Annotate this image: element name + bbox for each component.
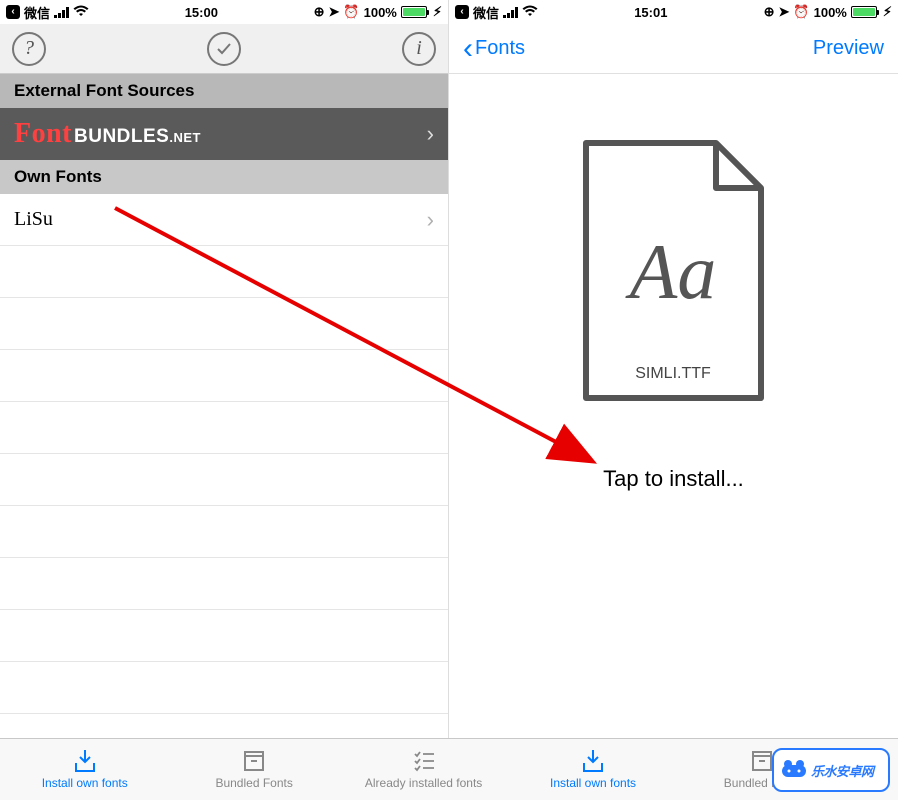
location-icon: ➤ — [779, 4, 790, 20]
navbar: ‹ Fonts Preview — [449, 24, 898, 74]
font-row-lisu[interactable]: LiSu › — [0, 194, 448, 246]
empty-row — [0, 454, 448, 506]
help-button[interactable]: ? — [12, 32, 46, 66]
empty-row — [0, 558, 448, 610]
gamepad-icon — [780, 756, 808, 784]
wifi-icon — [73, 5, 89, 20]
wechat-icon: ‹ — [455, 5, 469, 19]
empty-row — [0, 402, 448, 454]
section-own: Own Fonts — [0, 160, 448, 194]
fontbundles-logo: Font BUNDLES .NET — [14, 118, 201, 150]
status-right: ⊕ ➤ ⏰ 100% ⚡︎ — [764, 4, 892, 20]
wechat-icon: ‹ — [6, 5, 20, 19]
info-button[interactable]: i — [402, 32, 436, 66]
battery-percent: 100% — [364, 5, 397, 20]
tab-install-own[interactable]: Install own fonts — [0, 739, 169, 800]
preview-button[interactable]: Preview — [813, 37, 884, 60]
status-time: 15:01 — [634, 5, 667, 20]
empty-row — [0, 610, 448, 662]
status-left: ‹ 微信 — [6, 3, 89, 22]
chevron-right-icon: › — [427, 207, 434, 233]
box-icon — [240, 749, 268, 773]
section-external: External Font Sources — [0, 74, 448, 108]
tab-bar: Install own fonts Bundled Fonts Already … — [0, 738, 898, 800]
screen-right: ‹ 微信 15:01 ⊕ ➤ ⏰ 100% ⚡︎ ‹ Fonts — [449, 0, 898, 800]
lock-icon: ⊕ — [764, 4, 775, 20]
file-name-text: SIMLI.TTF — [635, 365, 711, 382]
empty-row — [0, 662, 448, 714]
list-check-icon — [410, 749, 438, 773]
tab-already-installed[interactable]: Already installed fonts — [339, 739, 508, 800]
charging-icon: ⚡︎ — [433, 4, 442, 20]
alarm-icon: ⏰ — [343, 4, 359, 20]
wifi-icon — [522, 5, 538, 20]
chevron-right-icon: › — [427, 121, 434, 147]
battery-icon — [401, 6, 429, 18]
battery-icon — [851, 6, 879, 18]
tab-bundled[interactable]: Bundled Fonts — [169, 739, 338, 800]
signal-icon — [503, 7, 518, 18]
empty-row — [0, 350, 448, 402]
status-bar: ‹ 微信 15:01 ⊕ ➤ ⏰ 100% ⚡︎ — [449, 0, 898, 24]
lock-icon: ⊕ — [314, 4, 325, 20]
tap-to-install[interactable]: Tap to install... — [603, 466, 744, 492]
file-icon: Aa SIMLI.TTF — [576, 138, 771, 406]
watermark-text: 乐水安卓网 — [811, 761, 874, 780]
file-preview-area[interactable]: Aa SIMLI.TTF Tap to install... — [449, 74, 898, 800]
site-watermark: 乐水安卓网 — [772, 748, 890, 792]
alarm-icon: ⏰ — [793, 4, 809, 20]
location-icon: ➤ — [329, 4, 340, 20]
battery-percent: 100% — [814, 5, 847, 20]
fontbundles-row[interactable]: Font BUNDLES .NET › — [0, 108, 448, 160]
check-button[interactable] — [207, 32, 241, 66]
back-label: Fonts — [475, 37, 525, 60]
carrier-label: 微信 — [24, 3, 50, 22]
empty-row — [0, 298, 448, 350]
carrier-label: 微信 — [473, 3, 499, 22]
status-left: ‹ 微信 — [455, 3, 538, 22]
empty-row — [0, 246, 448, 298]
empty-row — [0, 506, 448, 558]
charging-icon: ⚡︎ — [883, 4, 892, 20]
status-right: ⊕ ➤ ⏰ 100% ⚡︎ — [314, 4, 442, 20]
chevron-left-icon: ‹ — [463, 34, 473, 64]
back-button[interactable]: ‹ Fonts — [463, 34, 525, 64]
download-icon — [71, 749, 99, 773]
status-time: 15:00 — [185, 5, 218, 20]
svg-text:Aa: Aa — [625, 228, 717, 315]
signal-icon — [54, 7, 69, 18]
toolbar: ? i — [0, 24, 448, 74]
download-icon — [579, 749, 607, 773]
screen-left: ‹ 微信 15:00 ⊕ ➤ ⏰ 100% ⚡︎ ? i — [0, 0, 449, 800]
status-bar: ‹ 微信 15:00 ⊕ ➤ ⏰ 100% ⚡︎ — [0, 0, 448, 24]
font-name-label: LiSu — [14, 208, 53, 231]
tab-install-own-2[interactable]: Install own fonts — [508, 739, 677, 800]
